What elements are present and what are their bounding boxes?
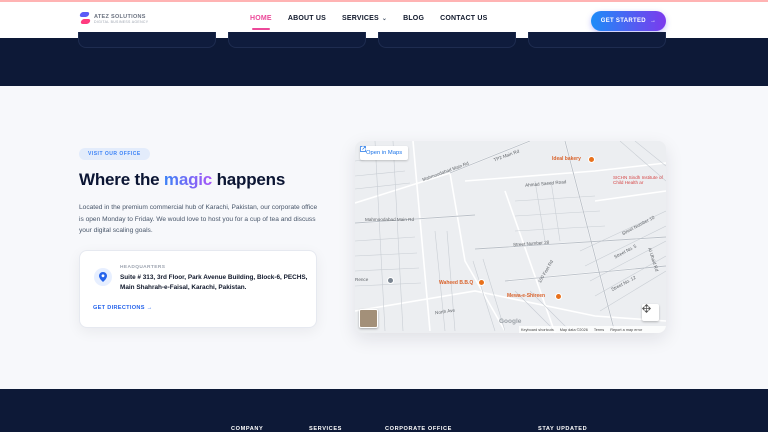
map-attribution: Keyboard shortcuts Map data ©2026 Terms … <box>519 326 666 333</box>
nav-services-label: SERVICES <box>341 15 379 22</box>
map-poi-label: Waheed B.B.Q <box>439 280 474 286</box>
fullscreen-icon <box>642 304 651 313</box>
section-description: Located in the premium commercial hub of… <box>79 204 318 234</box>
title-highlight: magic <box>163 170 213 189</box>
get-directions-link[interactable]: GET DIRECTIONS → <box>93 305 153 311</box>
map-poi-label: Ideal bakery <box>552 156 581 162</box>
chevron-down-icon: ⌄ <box>381 16 388 22</box>
map-streets <box>355 141 666 333</box>
dark-band <box>0 32 768 86</box>
nav-services[interactable]: SERVICES ⌄ <box>342 15 387 22</box>
main-nav: HOME ABOUT US SERVICES ⌄ BLOG CONTACT US <box>250 15 487 30</box>
get-directions-label: GET DIRECTIONS <box>93 305 145 311</box>
band-card <box>528 32 666 48</box>
open-in-maps-label: Open in Maps <box>366 150 403 156</box>
footer-heading-services: SERVICES <box>309 426 342 432</box>
bakery-pin-icon[interactable] <box>588 156 595 163</box>
map-pin-icon <box>94 268 112 286</box>
footer-heading-office: CORPORATE OFFICE <box>385 426 452 432</box>
footer-heading-updates: STAY UPDATED <box>538 426 588 432</box>
place-pin-icon[interactable] <box>387 277 394 284</box>
nav-blog[interactable]: BLOG <box>403 15 424 22</box>
google-logo: Google <box>499 318 522 325</box>
office-map[interactable]: Open in Maps Mahmoodabad Main Rd TP2 Mai… <box>355 141 666 333</box>
headquarters-label: HEADQUARTERS <box>120 265 166 270</box>
site-footer: COMPANY SERVICES CORPORATE OFFICE STAY U… <box>0 389 768 432</box>
report-error-link[interactable]: Report a map error <box>610 328 642 332</box>
headquarters-card: HEADQUARTERS Suite # 313, 3rd Floor, Par… <box>79 250 317 328</box>
restaurant-pin-icon[interactable] <box>478 279 485 286</box>
footer-heading-company: COMPANY <box>231 426 264 432</box>
nav-about-us[interactable]: ABOUT US <box>288 15 326 22</box>
nav-home[interactable]: HOME <box>250 15 272 30</box>
band-card <box>378 32 516 48</box>
get-started-label: GET STARTED <box>600 18 646 24</box>
map-hospital-label: SICHN Sindh Institute of Child Health ar <box>613 175 663 186</box>
band-card <box>228 32 366 48</box>
get-started-button[interactable]: GET STARTED → <box>591 11 666 31</box>
map-satellite-toggle[interactable] <box>359 309 378 328</box>
title-pre: Where the <box>79 170 164 189</box>
map-street-label: Mahmoodabad Main Rd <box>365 217 415 222</box>
band-card <box>78 32 216 48</box>
logo-icon <box>80 11 90 27</box>
restaurant-pin-icon[interactable] <box>555 293 562 300</box>
nav-contact-us[interactable]: CONTACT US <box>440 15 487 22</box>
fullscreen-button[interactable] <box>642 304 659 321</box>
terms-link[interactable]: Terms <box>594 328 604 332</box>
visit-office-badge: VISIT OUR OFFICE <box>79 148 150 160</box>
keyboard-shortcuts-link[interactable]: Keyboard shortcuts <box>521 328 554 332</box>
arrow-right-icon: → <box>146 305 153 311</box>
title-post: happens <box>212 170 286 189</box>
open-in-maps-button[interactable]: Open in Maps <box>360 146 409 160</box>
headquarters-address: Suite # 313, 3rd Floor, Park Avenue Buil… <box>120 274 308 291</box>
external-link-icon <box>360 146 366 152</box>
map-data-text: Map data ©2026 <box>559 327 588 332</box>
logo-subtitle: DIGITAL BUSINESS AGENCY <box>94 20 149 24</box>
map-poi-label: Mewa-e-Shireen <box>507 293 546 299</box>
site-logo[interactable]: ATEZ SOLUTIONS DIGITAL BUSINESS AGENCY <box>80 11 148 27</box>
section-title: Where the magic happens <box>79 170 285 190</box>
arrow-right-icon: → <box>649 18 657 24</box>
map-place-label: Rence <box>355 277 369 282</box>
